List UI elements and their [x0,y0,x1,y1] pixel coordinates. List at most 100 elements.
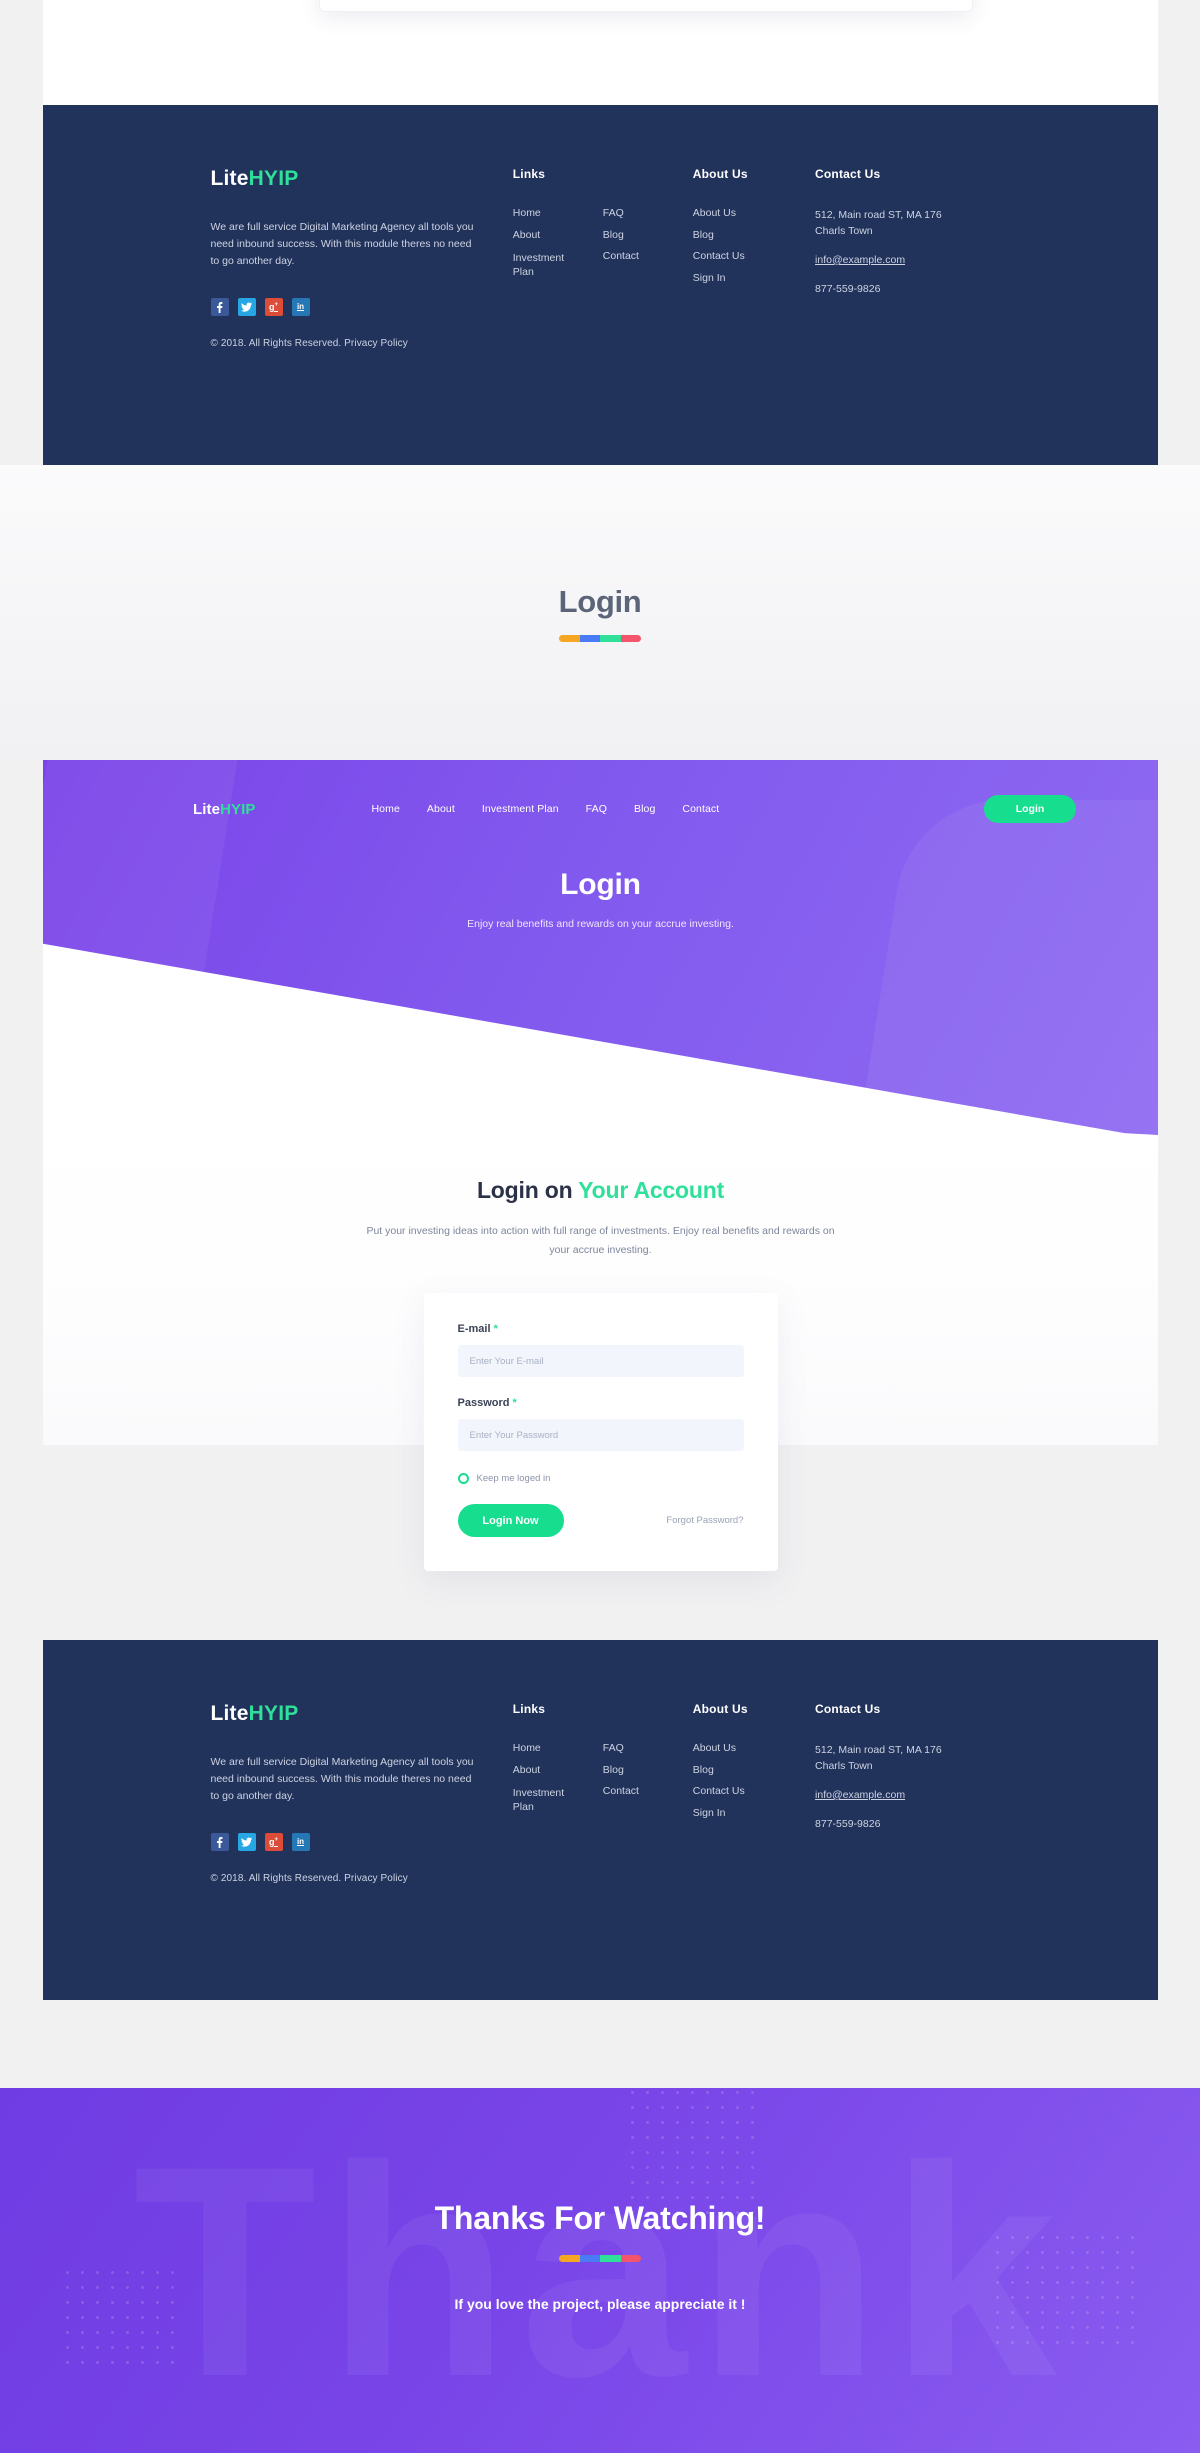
footer-about-list: About Us Blog Contact Us Sign In [693,208,815,283]
footer-logo-hyip: HYIP [248,1702,299,1725]
facebook-icon[interactable] [210,298,229,316]
radio-unchecked-icon[interactable] [457,1473,469,1485]
form-heading: Login on Your Account [43,1177,1158,1204]
footer-link-item[interactable]: About [513,1764,603,1776]
facebook-icon[interactable] [210,1833,229,1851]
email-required-mark: * [493,1323,498,1336]
footer-description: We are full service Digital Marketing Ag… [210,1756,474,1802]
footer-link-item[interactable]: Home [513,208,603,219]
footer-logo[interactable]: LiteHYIP [211,167,477,191]
email-label: E-mail * [458,1323,744,1335]
linkedin-icon[interactable]: in [291,298,310,316]
footer-brand-column: LiteHYIP We are full service Digital Mar… [210,1702,513,1884]
footer-logo-lite: Lite [210,167,249,190]
footer-links-list-1: Home About Investment Plan [513,1743,603,1814]
footer-links-column: Links Home About Investment Plan FAQ Blo… [513,167,693,349]
hero-nav-menu: Home About Investment Plan FAQ Blog Cont… [372,803,720,815]
footer-email-link[interactable]: info@example.com [815,1789,1050,1801]
thanks-title: Thanks For Watching! [434,2200,766,2236]
login-form-section: Login on Your Account Put your investing… [43,1135,1158,1572]
footer-link-item[interactable]: About [513,229,603,241]
form-bottom-spacer [43,1571,1158,1645]
footer-about-column: About Us About Us Blog Contact Us Sign I… [693,167,815,349]
nav-item-contact[interactable]: Contact [682,803,719,815]
nav-item-investment-plan[interactable]: Investment Plan [482,803,559,815]
footer-link-item[interactable]: FAQ [603,208,693,219]
password-label: Password * [458,1397,744,1409]
footer-copyright: © 2018. All Rights Reserved. Privacy Pol… [210,338,408,349]
footer-link-item[interactable]: Contact [603,1786,693,1797]
footer-email-link[interactable]: info@example.com [815,254,1050,266]
footer-bottom-spacer [43,349,1158,423]
linkedin-icon[interactable]: in [291,1833,310,1851]
footer-contact-heading: Contact Us [815,1702,881,1716]
footer-logo-hyip: HYIP [248,167,299,190]
google-plus-icon[interactable]: g+ [264,298,283,316]
footer-about-item[interactable]: About Us [693,1743,815,1754]
footer-about-item[interactable]: Sign In [693,272,815,284]
footer-about-item[interactable]: About Us [693,208,815,219]
footer-about-item[interactable]: Contact Us [693,251,815,262]
footer-address-line-1: 512, Main road ST, MA 176 [815,1744,942,1756]
nav-item-faq[interactable]: FAQ [586,803,607,815]
footer-brand-column: LiteHYIP We are full service Digital Mar… [210,167,513,349]
form-heading-block: Login on Your Account Put your investing… [43,1135,1158,1259]
footer-logo-lite: Lite [210,1702,249,1725]
twitter-icon[interactable] [237,298,256,316]
footer-description: We are full service Digital Marketing Ag… [210,221,474,267]
footer-phone: 877-559-9826 [815,1817,881,1830]
hero-section: LiteHYIP Home About Investment Plan FAQ … [43,760,1158,1135]
hero-title: Login [560,868,641,901]
footer-bottom: LiteHYIP We are full service Digital Mar… [43,1640,1158,2000]
top-white-area [43,0,1158,105]
footer-about-item[interactable]: Blog [693,1764,815,1776]
form-paragraph: Put your investing ideas into action wit… [366,1225,835,1256]
hero-logo[interactable]: LiteHYIP [193,801,256,818]
page-root: LiteHYIP We are full service Digital Mar… [0,0,1200,2453]
footer-about-item[interactable]: Blog [693,229,815,241]
section-label-login: Login [0,465,1200,760]
form-heading-dark: Login on [476,1177,579,1203]
footer-logo[interactable]: LiteHYIP [211,1702,477,1726]
card-stub-border [319,0,973,12]
nav-item-home[interactable]: Home [372,803,400,815]
footer-link-item[interactable]: Investment Plan [513,251,575,279]
footer-bottom-spacer [43,1884,1158,1958]
password-input[interactable] [457,1419,744,1452]
footer-link-item[interactable]: Home [513,1743,603,1754]
keep-logged-in-row[interactable]: Keep me loged in [457,1473,744,1485]
footer-address-line-2: Charls Town [815,224,873,237]
footer-about-list: About Us Blog Contact Us Sign In [693,1743,815,1818]
thanks-content: Thanks For Watching! If you love the pro… [0,2088,1200,2312]
login-card-actions: Login Now Forgot Password? [457,1504,744,1538]
forgot-password-link[interactable]: Forgot Password? [666,1515,743,1526]
footer-link-item[interactable]: Investment Plan [513,1786,575,1814]
twitter-icon[interactable] [237,1833,256,1851]
google-plus-icon[interactable]: g+ [264,1833,283,1851]
footer-link-item[interactable]: FAQ [603,1743,693,1754]
nav-item-blog[interactable]: Blog [634,803,655,815]
hero-purple-shape: LiteHYIP Home About Investment Plan FAQ … [43,760,1158,1135]
nav-item-about[interactable]: About [427,803,455,815]
email-label-text: E-mail [457,1323,491,1336]
footer-links-column: Links Home About Investment Plan FAQ Blo… [513,1702,693,1884]
thanks-section: Thank Thanks For Watching! If you love t… [0,2088,1200,2453]
section-label-title: Login [558,583,642,619]
footer-link-item[interactable]: Blog [603,229,693,241]
footer-links-heading: Links [512,167,546,181]
footer-social-row: g+ in [210,298,477,316]
footer-copyright: © 2018. All Rights Reserved. Privacy Pol… [210,1873,408,1884]
footer-phone: 877-559-9826 [815,282,881,295]
footer-about-item[interactable]: Contact Us [693,1786,815,1797]
keep-logged-in-label: Keep me loged in [476,1473,551,1485]
password-required-mark: * [512,1397,517,1410]
footer-link-item[interactable]: Blog [603,1764,693,1776]
email-input[interactable] [457,1345,744,1378]
hero-navbar: LiteHYIP Home About Investment Plan FAQ … [43,788,1158,830]
login-now-button[interactable]: Login Now [457,1504,564,1538]
footer-about-item[interactable]: Sign In [693,1807,815,1819]
footer-link-item[interactable]: Contact [603,251,693,262]
footer-address-line-2: Charls Town [815,1759,873,1772]
nav-login-button[interactable]: Login [984,795,1076,823]
footer-top: LiteHYIP We are full service Digital Mar… [43,105,1158,465]
